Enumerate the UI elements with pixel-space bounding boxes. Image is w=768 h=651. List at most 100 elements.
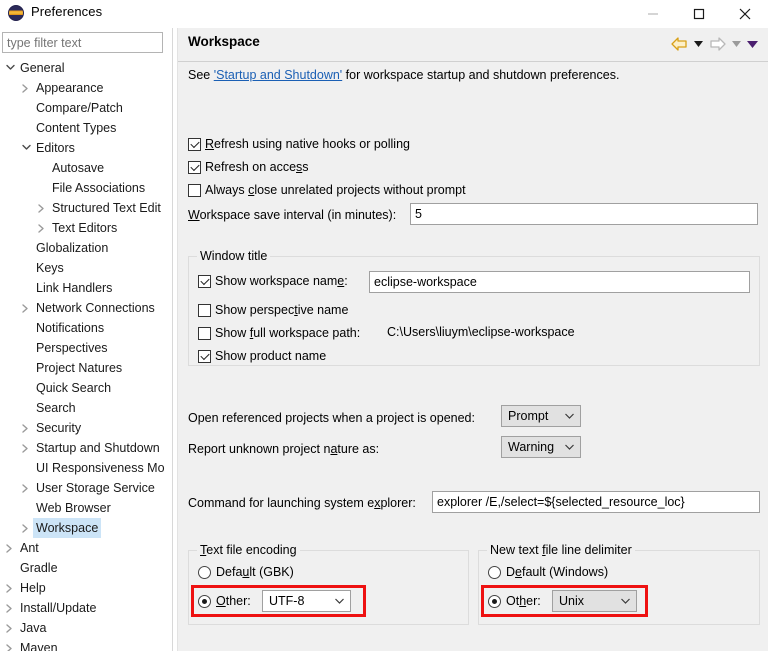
refresh-native-hooks-checkbox[interactable]	[188, 138, 201, 151]
filter-input[interactable]	[2, 32, 163, 53]
sidebar-item-keys[interactable]: Keys	[0, 258, 172, 278]
sidebar-item-gradle[interactable]: Gradle	[0, 558, 172, 578]
always-close-unrelated-row[interactable]: Always close unrelated projects without …	[188, 182, 608, 200]
sidebar-item-project-natures[interactable]: Project Natures	[0, 358, 172, 378]
delimiter-other-combo[interactable]: Unix	[552, 590, 637, 612]
sidebar-item-web-browser[interactable]: Web Browser	[0, 498, 172, 518]
chevron-right-icon[interactable]	[20, 298, 32, 318]
sidebar-item-file-associations[interactable]: File Associations	[0, 178, 172, 198]
chevron-down-icon[interactable]	[20, 138, 32, 158]
sidebar-item-security[interactable]: Security	[0, 418, 172, 438]
show-product-name-row[interactable]: Show product name	[198, 348, 398, 366]
always-close-unrelated-checkbox[interactable]	[188, 184, 201, 197]
chevron-right-icon[interactable]	[36, 198, 48, 218]
sidebar-item-autosave[interactable]: Autosave	[0, 158, 172, 178]
view-menu-icon[interactable]	[744, 33, 760, 55]
save-interval-input[interactable]	[410, 203, 758, 225]
show-workspace-name-colon: :	[344, 274, 348, 288]
show-full-workspace-path-checkbox[interactable]	[198, 327, 211, 340]
preferences-tree[interactable]: General Appearance Compare/Patch Content Ty…	[0, 58, 172, 651]
sidebar-item-globalization[interactable]: Globalization	[0, 238, 172, 258]
show-workspace-name-checkbox[interactable]	[198, 275, 211, 288]
sidebar-item-label: Structured Text Edit	[52, 201, 161, 215]
sidebar-item-compare-patch[interactable]: Compare/Patch	[0, 98, 172, 118]
open-referenced-combo[interactable]: Prompt	[501, 405, 581, 427]
line-delimiter-legend-text: New text	[490, 543, 543, 557]
chevron-right-icon[interactable]	[4, 598, 16, 618]
chevron-right-icon[interactable]	[20, 478, 32, 498]
show-perspective-name-text-end: ive name	[297, 303, 349, 317]
sidebar-item-workspace[interactable]: Workspace	[0, 518, 172, 538]
sidebar-item-appearance[interactable]: Appearance	[0, 78, 172, 98]
back-arrow-icon[interactable]	[668, 33, 690, 55]
sidebar-item-structured-text-edit[interactable]: Structured Text Edit	[0, 198, 172, 218]
always-close-unrelated-label: Always close unrelated projects without …	[205, 182, 466, 199]
chevron-right-icon[interactable]	[36, 218, 48, 238]
encoding-default-text: Defa	[216, 565, 243, 579]
navigation-toolbar	[668, 32, 760, 56]
encoding-other-value: UTF-8	[269, 594, 305, 608]
sidebar-item-link-handlers[interactable]: Link Handlers	[0, 278, 172, 298]
sidebar-item-user-storage-service[interactable]: User Storage Service	[0, 478, 172, 498]
sidebar-item-install-update[interactable]: Install/Update	[0, 598, 172, 618]
delimiter-other-radio[interactable]	[488, 595, 501, 608]
sidebar-item-ant[interactable]: Ant	[0, 538, 172, 558]
workspace-preference-page: Workspace See 'Startup and Shutdown' for…	[178, 28, 768, 651]
chevron-down-icon[interactable]	[4, 58, 16, 78]
sidebar-item-maven[interactable]: Maven	[0, 638, 172, 651]
refresh-on-access-label: Refresh on access	[205, 159, 309, 176]
refresh-on-access-checkbox[interactable]	[188, 161, 201, 174]
show-workspace-name-row[interactable]: Show workspace name:	[198, 273, 378, 291]
show-perspective-name-label: Show perspective name	[215, 302, 348, 319]
report-nature-text-end: ture as:	[337, 442, 380, 456]
chevron-right-icon[interactable]	[20, 78, 32, 98]
report-nature-combo[interactable]: Warning	[501, 436, 581, 458]
sidebar-item-perspectives[interactable]: Perspectives	[0, 338, 172, 358]
report-nature-text: Report unknown project n	[188, 442, 331, 456]
show-product-name-text: Show product name	[215, 349, 327, 363]
sidebar-item-network-connections[interactable]: Network Connections	[0, 298, 172, 318]
sidebar-item-java[interactable]: Java	[0, 618, 172, 638]
system-explorer-input[interactable]	[432, 491, 760, 513]
minimize-button[interactable]	[630, 0, 676, 28]
show-product-name-checkbox[interactable]	[198, 350, 211, 363]
encoding-other-radio[interactable]	[198, 595, 211, 608]
chevron-right-icon[interactable]	[20, 418, 32, 438]
sidebar-item-quick-search[interactable]: Quick Search	[0, 378, 172, 398]
page-header: Workspace	[178, 28, 768, 61]
show-full-workspace-path-row[interactable]: Show full workspace path:	[198, 325, 398, 343]
encoding-other-combo[interactable]: UTF-8	[262, 590, 351, 612]
refresh-native-hooks-row[interactable]: Refresh using native hooks or polling	[188, 136, 618, 154]
close-button[interactable]	[722, 0, 768, 28]
sidebar-item-editors[interactable]: Editors	[0, 138, 172, 158]
delimiter-default-radio[interactable]	[488, 566, 501, 579]
save-interval-label-text: orkspace save interval (in minutes):	[199, 208, 397, 222]
chevron-right-icon[interactable]	[20, 518, 32, 538]
refresh-on-access-row[interactable]: Refresh on access	[188, 159, 488, 177]
chevron-right-icon[interactable]	[4, 618, 16, 638]
sidebar-item-ui-responsiveness-mo[interactable]: UI Responsiveness Mo	[0, 458, 172, 478]
sidebar-item-search[interactable]: Search	[0, 398, 172, 418]
refresh-native-hooks-label: Refresh using native hooks or polling	[205, 136, 410, 153]
sidebar-item-content-types[interactable]: Content Types	[0, 118, 172, 138]
show-perspective-name-checkbox[interactable]	[198, 304, 211, 317]
workspace-name-input[interactable]	[369, 271, 750, 293]
startup-shutdown-link[interactable]: 'Startup and Shutdown'	[214, 68, 342, 82]
chevron-right-icon[interactable]	[4, 538, 16, 558]
maximize-button[interactable]	[676, 0, 722, 28]
sidebar-item-startup-and-shutdown[interactable]: Startup and Shutdown	[0, 438, 172, 458]
chevron-right-icon[interactable]	[4, 578, 16, 598]
sidebar-item-general[interactable]: General	[0, 58, 172, 78]
chevron-down-icon	[621, 591, 630, 611]
chevron-right-icon[interactable]	[20, 438, 32, 458]
back-dropdown-icon[interactable]	[690, 33, 706, 55]
sidebar-item-text-editors[interactable]: Text Editors	[0, 218, 172, 238]
chevron-right-icon[interactable]	[4, 638, 16, 651]
show-workspace-name-label: Show workspace name:	[215, 273, 348, 290]
show-perspective-name-text: Show perspec	[215, 303, 295, 317]
show-perspective-name-row[interactable]: Show perspective name	[198, 302, 428, 320]
encoding-default-radio[interactable]	[198, 566, 211, 579]
sidebar-item-notifications[interactable]: Notifications	[0, 318, 172, 338]
sidebar-item-help[interactable]: Help	[0, 578, 172, 598]
encoding-other-text: ther:	[225, 594, 251, 608]
